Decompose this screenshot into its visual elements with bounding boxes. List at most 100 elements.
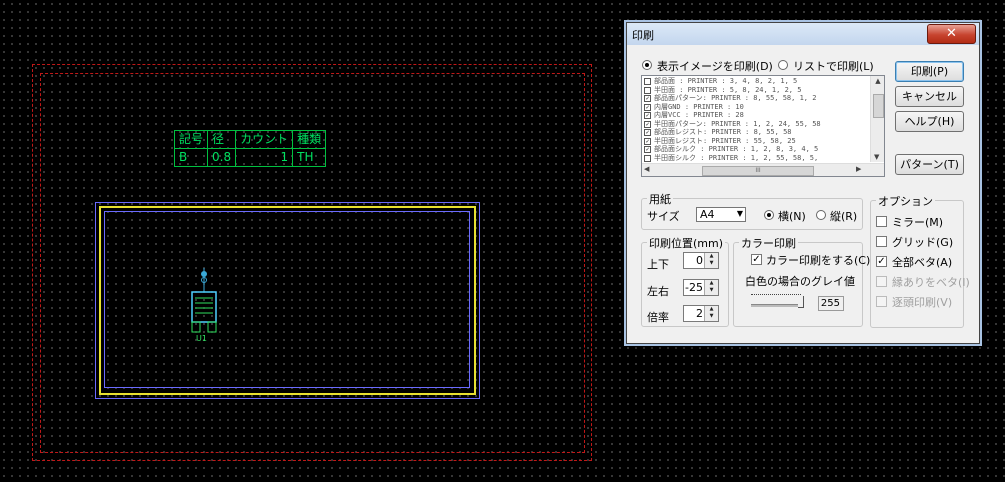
grid-checkbox[interactable] [876, 236, 887, 247]
paper-size-label: サイズ [647, 210, 680, 223]
layer-list-item[interactable]: 半田面 : PRINTER : 5, 8, 24, 1, 2, 5 [644, 86, 870, 95]
scroll-down-icon[interactable]: ▼ [874, 153, 879, 161]
slider-thumb[interactable] [798, 296, 804, 308]
layer-checkbox[interactable]: ✓ [644, 112, 651, 119]
radio-landscape[interactable] [764, 210, 774, 220]
spinner-arrows-icon[interactable]: ▲ ▼ [704, 306, 718, 321]
layer-list-item[interactable]: ✓ 内層GND : PRINTER : 10 [644, 103, 870, 112]
color-print-group-title: カラー印刷 [739, 235, 798, 251]
layer-list-item[interactable]: ✓ 部品面パターン: PRINTER : 8, 55, 58, 1, 2 [644, 94, 870, 103]
sequential-print-label: 逐頭印刷(V) [892, 296, 953, 309]
drill-table: 記号 径 カウント 種類 B 0.8 1 TH [173, 130, 327, 167]
layer-checkbox[interactable]: ✓ [644, 95, 651, 102]
layer-checkbox[interactable] [644, 154, 651, 162]
paper-size-value: A4 [700, 208, 715, 221]
drill-table-header-type: 種類 [292, 130, 327, 149]
scroll-left-icon[interactable]: ◀ [644, 165, 649, 173]
layer-checkbox[interactable] [644, 86, 651, 94]
component-footprint[interactable] [186, 266, 226, 338]
scale-label: 倍率 [647, 311, 669, 324]
vertical-offset-value: 0 [696, 254, 703, 267]
color-print-label: カラー印刷をする(C) [766, 254, 871, 267]
layer-text: 部品面パターン: PRINTER : 8, 55, 58, 1, 2 [654, 94, 817, 102]
close-button[interactable]: ✕ [927, 24, 976, 44]
scale-value: 2 [696, 307, 703, 320]
fill-edge-label: 縁ありをベタ(I) [892, 276, 970, 289]
vertical-scrollbar[interactable]: ▲ ▼ [870, 76, 884, 162]
radio-print-image[interactable] [642, 60, 652, 70]
layer-text: 部品面シルク : PRINTER : 1, 2, 8, 3, 4, 5 [654, 145, 819, 153]
spinner-arrows-icon[interactable]: ▲ ▼ [704, 280, 718, 295]
layer-checkbox[interactable]: ✓ [644, 146, 651, 153]
drill-table-cell: 1 [235, 148, 294, 167]
horizontal-offset-spinner[interactable]: -25 ▲ ▼ [683, 279, 719, 296]
drill-table-cell: 0.8 [207, 148, 237, 167]
horizontal-scrollbar[interactable]: ◀ III ▶ [642, 163, 884, 176]
layer-checkbox[interactable]: ✓ [644, 103, 651, 111]
scale-spinner[interactable]: 2 ▲ ▼ [683, 305, 719, 322]
position-group-title: 印刷位置(mm) [647, 235, 726, 251]
fill-all-label: 全部ベタ(A) [892, 256, 953, 269]
color-print-checkbox[interactable]: ✓ [751, 254, 762, 265]
vertical-offset-spinner[interactable]: 0 ▲ ▼ [683, 252, 719, 269]
options-group-title: オプション [876, 193, 935, 209]
layer-list-item[interactable]: ✓ 部品面シルク : PRINTER : 1, 2, 8, 3, 4, 5 [644, 145, 870, 154]
drill-table-cell: B [173, 148, 209, 167]
layer-text: 半田面パターン: PRINTER : 1, 2, 24, 55, 58 [654, 119, 821, 128]
fill-edge-checkbox[interactable] [876, 276, 887, 287]
layer-text: 内層VCC : PRINTER : 28 [654, 111, 744, 119]
drill-table-cell: TH [292, 148, 327, 167]
layer-list-item[interactable]: ✓ 半田面パターン: PRINTER : 1, 2, 24, 55, 58 [644, 120, 870, 129]
drill-table-header-count: カウント [235, 130, 294, 149]
layer-text: 部品面レジスト: PRINTER : 8, 55, 58 [654, 128, 792, 136]
layer-checkbox[interactable]: ✓ [644, 120, 651, 128]
slider-ticks [751, 294, 801, 296]
component-refdes: U1 [196, 334, 207, 343]
layer-text: 内層GND : PRINTER : 10 [654, 102, 744, 111]
drill-table-header-diameter: 径 [207, 130, 237, 149]
gray-value-display: 255 [818, 296, 844, 311]
mirror-checkbox[interactable] [876, 216, 887, 227]
layer-text: 部品面 : PRINTER : 3, 4, 8, 2, 1, 5 [654, 77, 798, 85]
layer-list-item[interactable]: 半田面シルク : PRINTER : 1, 2, 55, 58, 5, [644, 154, 870, 163]
spinner-arrows-icon[interactable]: ▲ ▼ [704, 253, 718, 268]
drill-table-row: B 0.8 1 TH [173, 148, 327, 167]
horizontal-offset-value: -25 [685, 281, 703, 294]
pattern-button[interactable]: パターン(T) [895, 154, 964, 175]
radio-print-list-label: リストで印刷(L) [793, 60, 874, 73]
vertical-offset-label: 上下 [647, 258, 669, 271]
layer-list-rows: 部品面 : PRINTER : 3, 4, 8, 2, 1, 5 半田面 : PR… [644, 77, 870, 163]
cancel-button[interactable]: キャンセル [895, 86, 964, 107]
drill-table-header-symbol: 記号 [173, 130, 209, 149]
radio-print-image-label: 表示イメージを印刷(D) [657, 60, 773, 73]
gray-slider[interactable] [751, 291, 804, 308]
fill-all-checkbox[interactable]: ✓ [876, 256, 887, 267]
layer-list-item[interactable]: ✓ 半田面レジスト: PRINTER : 55, 58, 25 [644, 137, 870, 146]
radio-portrait[interactable] [816, 210, 826, 220]
layer-text: 半田面シルク : PRINTER : 1, 2, 55, 58, 5, [654, 153, 819, 162]
chevron-down-icon: ▼ [736, 209, 743, 218]
scroll-up-icon[interactable]: ▲ [871, 77, 884, 85]
layer-listbox[interactable]: 部品面 : PRINTER : 3, 4, 8, 2, 1, 5 半田面 : PR… [641, 75, 885, 177]
help-button[interactable]: ヘルプ(H) [895, 111, 964, 132]
hscroll-thumb[interactable]: III [702, 166, 814, 176]
slider-track [751, 304, 801, 307]
layer-list-item[interactable]: ✓ 内層VCC : PRINTER : 28 [644, 111, 870, 120]
scroll-right-icon[interactable]: ▶ [856, 165, 861, 173]
pcb-frame-inner-blue [104, 211, 470, 388]
layer-checkbox[interactable]: ✓ [644, 129, 651, 136]
layer-list-item[interactable]: ✓ 部品面レジスト: PRINTER : 8, 55, 58 [644, 128, 870, 137]
sequential-print-checkbox[interactable] [876, 296, 887, 307]
mirror-label: ミラー(M) [892, 216, 944, 229]
radio-portrait-label: 縦(R) [830, 210, 858, 223]
grid-label: グリッド(G) [892, 236, 954, 249]
print-button[interactable]: 印刷(P) [895, 61, 964, 82]
vscroll-thumb[interactable] [873, 94, 884, 118]
dialog-title: 印刷 [632, 29, 654, 42]
layer-checkbox[interactable]: ✓ [644, 137, 651, 145]
layer-text: 半田面 : PRINTER : 5, 8, 24, 1, 2, 5 [654, 85, 802, 94]
layer-list-item[interactable]: 部品面 : PRINTER : 3, 4, 8, 2, 1, 5 [644, 77, 870, 86]
paper-size-select[interactable]: A4 ▼ [696, 207, 746, 222]
radio-print-list[interactable] [778, 60, 788, 70]
layer-checkbox[interactable] [644, 78, 651, 85]
